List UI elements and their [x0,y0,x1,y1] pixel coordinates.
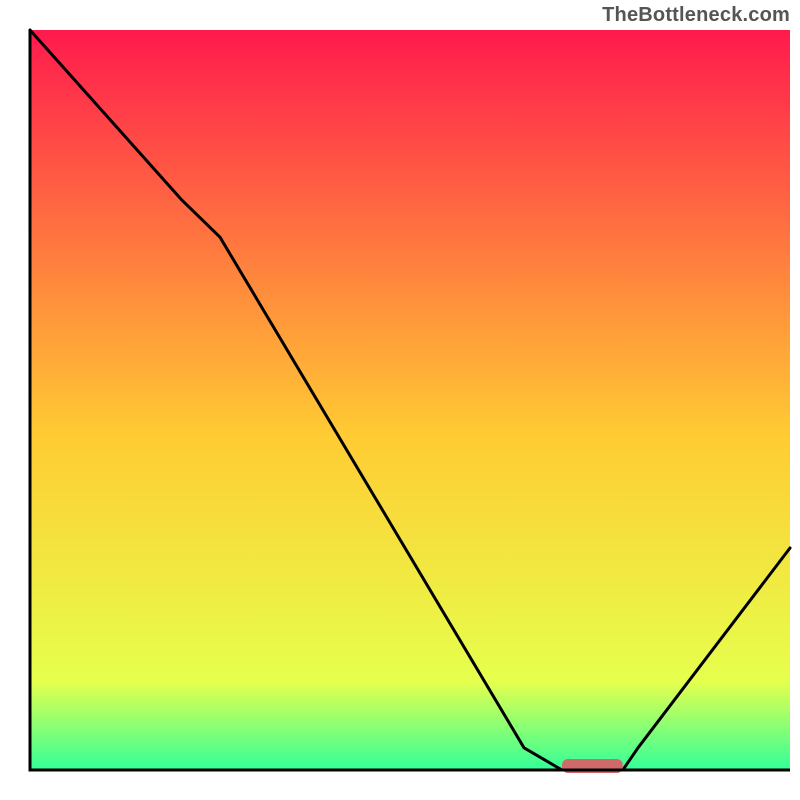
bottleneck-chart [0,0,800,800]
plot-background [30,30,790,770]
watermark-text: TheBottleneck.com [602,4,790,27]
chart-container: { "watermark": "TheBottleneck.com", "cha… [0,0,800,800]
